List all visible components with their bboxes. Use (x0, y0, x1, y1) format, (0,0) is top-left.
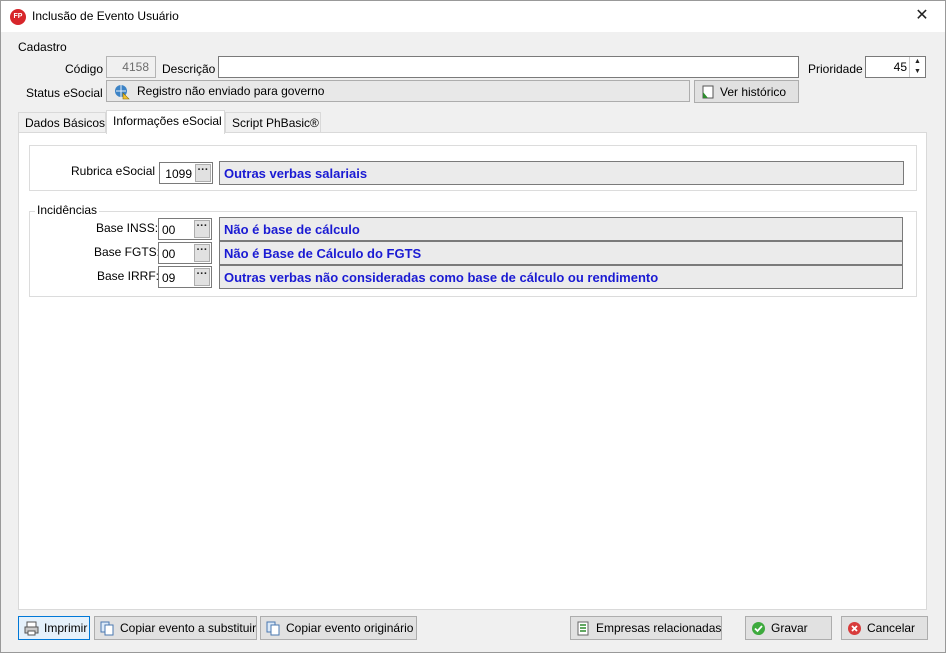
codigo-label: Código (65, 62, 104, 76)
company-list-icon (577, 621, 589, 635)
copy-icon (100, 621, 114, 635)
ver-historico-button[interactable]: Ver histórico (694, 80, 799, 103)
descricao-label: Descrição (162, 62, 216, 76)
gravar-button[interactable]: Gravar (745, 616, 832, 640)
cancel-circle-icon (848, 621, 861, 635)
copiar-evento-substituir-label: Copiar evento a substituir (120, 621, 257, 635)
imprimir-button[interactable]: Imprimir (18, 616, 90, 640)
descricao-input[interactable] (218, 56, 799, 78)
printer-icon (24, 621, 39, 635)
empresas-relacionadas-button[interactable]: Empresas relacionadas (570, 616, 722, 640)
base-inss-lookup-button[interactable]: ··· (194, 220, 210, 238)
incidencias-group-title: Incidências (35, 203, 100, 217)
base-irrf-lookup-button[interactable]: ··· (194, 268, 210, 286)
status-esocial-label: Status eSocial (26, 86, 103, 100)
copiar-evento-substituir-button[interactable]: Copiar evento a substituir (94, 616, 257, 640)
codigo-field: 4158 (106, 56, 156, 78)
cancelar-button[interactable]: Cancelar (841, 616, 928, 640)
tab-script-phbasic[interactable]: Script PhBasic® (225, 112, 321, 133)
base-inss-code-field[interactable]: 00 ··· (158, 218, 212, 240)
warning-globe-icon (115, 85, 130, 100)
copiar-evento-originario-label: Copiar evento originário (286, 621, 414, 635)
incidencias-group: Incidências Base INSS: 00 ··· Não é base… (29, 203, 917, 297)
title-bar: FP Inclusão de Evento Usuário ✕ (1, 1, 945, 32)
cadastro-group-title: Cadastro (18, 40, 67, 54)
copy-icon (266, 621, 280, 635)
ver-historico-label: Ver histórico (720, 84, 787, 99)
base-fgts-lookup-button[interactable]: ··· (194, 244, 210, 262)
tab-informacoes-esocial[interactable]: Informações eSocial (106, 110, 225, 134)
app-logo-icon: FP (10, 9, 26, 25)
prioridade-stepper[interactable]: 45 ▲ ▼ (865, 56, 926, 78)
base-irrf-code-value: 09 (162, 271, 176, 285)
tab-dados-basicos[interactable]: Dados Básicos (18, 112, 106, 133)
empresas-relacionadas-label: Empresas relacionadas (596, 621, 722, 635)
base-inss-code-value: 00 (162, 223, 176, 237)
rubrica-code-field[interactable]: 1099 ··· (159, 162, 213, 184)
base-inss-description: Não é base de cálculo (219, 217, 903, 241)
gravar-label: Gravar (771, 621, 808, 635)
cancelar-label: Cancelar (867, 621, 916, 635)
rubrica-lookup-button[interactable]: ··· (195, 164, 211, 182)
base-fgts-label: Base FGTS: (94, 245, 161, 259)
history-document-icon (702, 85, 714, 98)
base-fgts-code-field[interactable]: 00 ··· (158, 242, 212, 264)
prioridade-value: 45 (893, 60, 907, 74)
informacoes-esocial-panel: Rubrica eSocial 1099 ··· Outras verbas s… (18, 132, 927, 610)
status-esocial-box: Registro não enviado para governo (106, 80, 690, 102)
imprimir-label: Imprimir (44, 621, 88, 635)
rubrica-label: Rubrica eSocial (71, 164, 156, 178)
rubrica-description: Outras verbas salariais (219, 161, 904, 185)
base-fgts-description: Não é Base de Cálculo do FGTS (219, 241, 903, 265)
spin-arrows-icon[interactable]: ▲ ▼ (909, 57, 925, 77)
check-circle-icon (752, 621, 765, 635)
base-irrf-code-field[interactable]: 09 ··· (158, 266, 212, 288)
window-title: Inclusão de Evento Usuário (32, 9, 179, 23)
rubrica-code-value: 1099 (165, 167, 192, 181)
base-irrf-description: Outras verbas não consideradas como base… (219, 265, 903, 289)
close-button[interactable]: ✕ (899, 1, 945, 32)
copiar-evento-originario-button[interactable]: Copiar evento originário (260, 616, 417, 640)
dialog-window: FP Inclusão de Evento Usuário ✕ Cadastro… (0, 0, 946, 653)
prioridade-label: Prioridade (808, 62, 863, 76)
base-irrf-label: Base IRRF: (97, 269, 160, 283)
base-fgts-code-value: 00 (162, 247, 176, 261)
status-esocial-text: Registro não enviado para governo (137, 84, 325, 98)
rubrica-group: Rubrica eSocial 1099 ··· Outras verbas s… (29, 145, 917, 191)
base-inss-label: Base INSS: (96, 221, 159, 235)
